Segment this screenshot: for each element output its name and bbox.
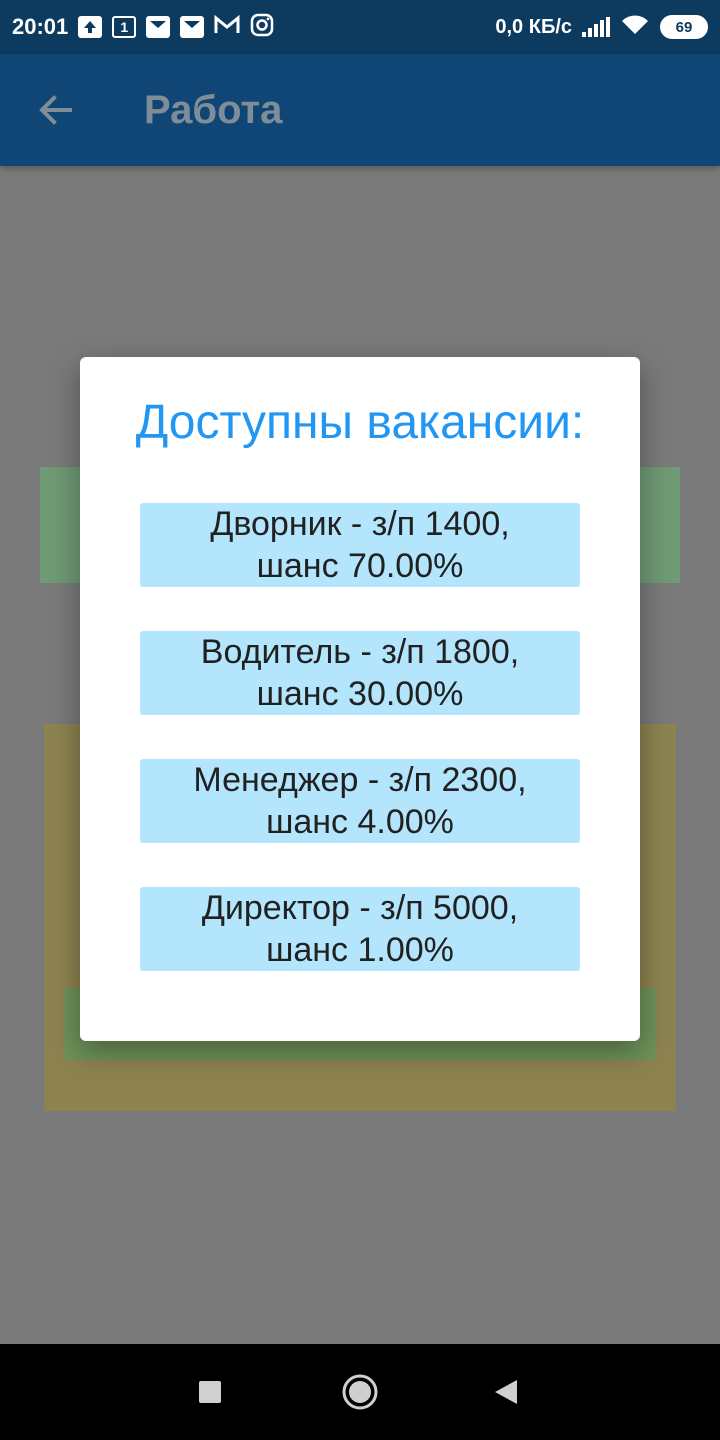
upload-icon <box>78 16 103 38</box>
vacancy-label: Менеджер - з/п 2300, шанс 4.00% <box>193 761 527 841</box>
dialog-title: Доступны вакансии: <box>135 396 585 449</box>
status-left: 20:01 1 <box>12 13 274 42</box>
wifi-icon <box>620 14 650 41</box>
mail-icon <box>146 16 171 38</box>
vacancy-button[interactable]: Менеджер - з/п 2300, шанс 4.00% <box>140 759 580 843</box>
calendar-day: 1 <box>120 19 129 35</box>
status-time: 20:01 <box>12 14 69 39</box>
home-button[interactable] <box>330 1362 390 1422</box>
screen: 20:01 1 0,0 КБ/с 69 Работа Доступны вака… <box>0 0 720 1440</box>
recent-apps-icon <box>199 1381 221 1403</box>
back-icon <box>495 1380 517 1404</box>
vacancy-button[interactable]: Дворник - з/п 1400, шанс 70.00% <box>140 503 580 587</box>
calendar-icon: 1 <box>112 16 137 38</box>
status-bar: 20:01 1 0,0 КБ/с 69 <box>0 0 720 54</box>
vacancy-label: Директор - з/п 5000, шанс 1.00% <box>201 889 519 969</box>
back-button[interactable] <box>24 78 88 142</box>
arrow-back-icon <box>39 95 72 125</box>
system-nav-bar <box>0 1344 720 1440</box>
nav-back-button[interactable] <box>476 1362 536 1422</box>
gmail-icon <box>214 14 240 40</box>
vacancy-button[interactable]: Водитель - з/п 1800, шанс 30.00% <box>140 631 580 715</box>
status-right: 0,0 КБ/с 69 <box>495 14 708 41</box>
battery-level: 69 <box>675 18 693 36</box>
vacancy-label: Водитель - з/п 1800, шанс 30.00% <box>200 633 520 713</box>
app-bar: Работа <box>0 54 720 166</box>
vacancy-button[interactable]: Директор - з/п 5000, шанс 1.00% <box>140 887 580 971</box>
recent-apps-button[interactable] <box>180 1362 240 1422</box>
signal-icon <box>582 17 610 37</box>
vacancy-label: Дворник - з/п 1400, шанс 70.00% <box>210 505 510 585</box>
instagram-icon <box>250 13 274 42</box>
network-speed: 0,0 КБ/с <box>495 15 572 38</box>
page-title: Работа <box>144 87 283 132</box>
vacancies-dialog: Доступны вакансии: Дворник - з/п 1400, ш… <box>80 357 640 1041</box>
home-icon <box>342 1374 378 1410</box>
battery-icon: 69 <box>660 15 708 39</box>
mail-icon <box>180 16 205 38</box>
